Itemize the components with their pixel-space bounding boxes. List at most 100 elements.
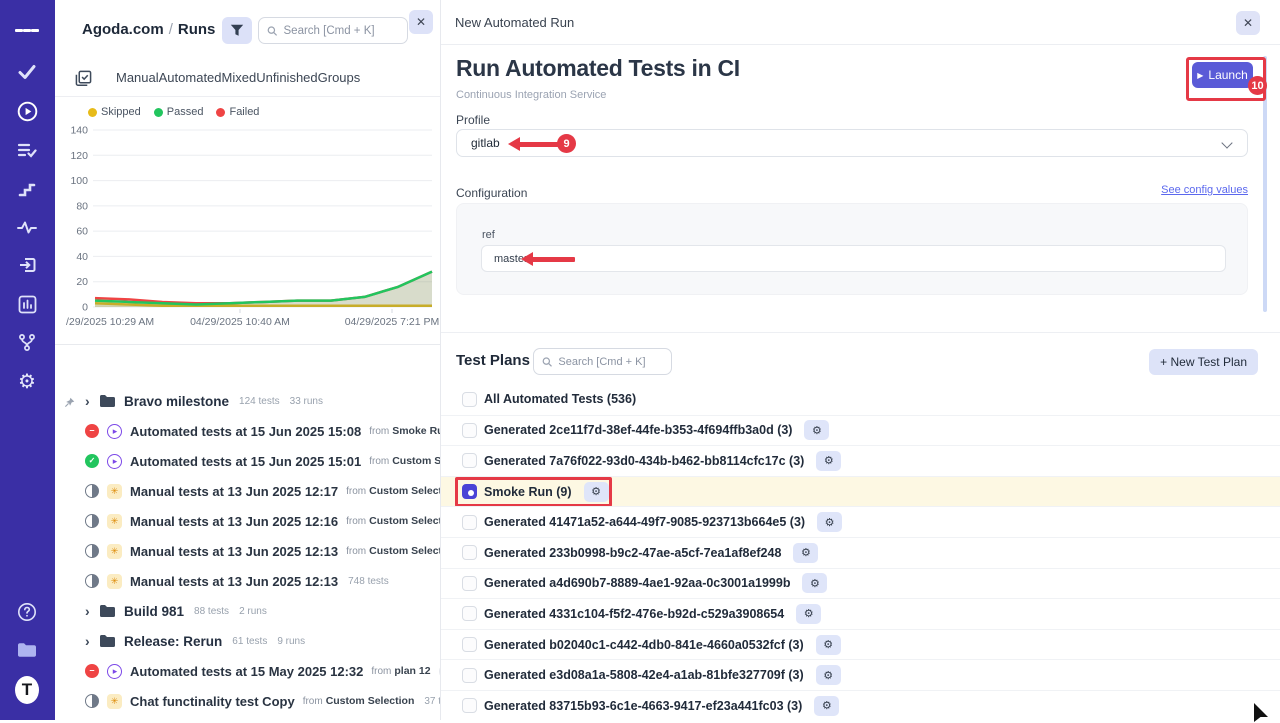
test-plan-label[interactable]: Generated 41471a52-a644-49f7-9085-923713…: [484, 515, 805, 529]
modal-scrollbar[interactable]: [1263, 56, 1267, 312]
run-row[interactable]: › Manual tests at 13 Jun 2025 12:16 from…: [55, 506, 440, 536]
run-row[interactable]: › Automated tests at 15 Jun 2025 15:01 f…: [55, 446, 440, 476]
steps-icon[interactable]: [15, 177, 39, 201]
test-plan-label[interactable]: Generated 83715b93-6c1e-4663-9417-ef23a4…: [484, 699, 802, 713]
test-plan-checkbox[interactable]: [462, 637, 477, 652]
chevron-right-icon[interactable]: ›: [85, 634, 99, 648]
test-plan-row[interactable]: Smoke Run (9) ⚙: [441, 476, 1280, 507]
test-plan-row[interactable]: Generated 233b0998-b9c2-47ae-a5cf-7ea1af…: [441, 537, 1280, 568]
chevron-right-icon[interactable]: ›: [85, 604, 99, 618]
chevron-right-icon[interactable]: ›: [85, 394, 99, 408]
run-row[interactable]: › Chat functinality test Copy fromCustom…: [55, 686, 440, 716]
test-plans-search[interactable]: [533, 348, 672, 375]
tests-check-icon[interactable]: [15, 60, 39, 84]
launch-button[interactable]: ▶ Launch: [1192, 62, 1253, 88]
test-plan-row[interactable]: Generated a4d690b7-8889-4ae1-92aa-0c3001…: [441, 568, 1280, 599]
test-plan-row[interactable]: Generated 83715b93-6c1e-4663-9417-ef23a4…: [441, 690, 1280, 721]
test-plan-checkbox[interactable]: [462, 668, 477, 683]
gear-icon[interactable]: ⚙: [814, 696, 839, 716]
ref-input[interactable]: [481, 245, 1226, 272]
settings-gear-icon[interactable]: ⚙: [15, 369, 39, 393]
folder-name[interactable]: Release: Rerun: [124, 634, 222, 649]
gear-icon[interactable]: ⚙: [817, 512, 842, 532]
menu-icon[interactable]: [15, 18, 39, 42]
breadcrumb-project[interactable]: Agoda.com: [82, 21, 164, 38]
run-row[interactable]: › Manual tests at 13 Jun 2025 12:17 from…: [55, 476, 440, 506]
test-plan-label[interactable]: All Automated Tests (536): [484, 392, 636, 406]
test-plan-label[interactable]: Generated b02040c1-c442-4db0-841e-4660a0…: [484, 638, 804, 652]
import-icon[interactable]: [15, 253, 39, 277]
test-plan-checkbox[interactable]: [462, 484, 477, 499]
test-plan-row[interactable]: Generated 4331c104-f5f2-476e-b92d-c529a3…: [441, 598, 1280, 629]
run-title[interactable]: Automated tests at 15 Jun 2025 15:01: [130, 454, 361, 469]
projects-folder-icon[interactable]: [15, 638, 39, 662]
test-plan-row[interactable]: Generated 41471a52-a644-49f7-9085-923713…: [441, 506, 1280, 537]
run-title[interactable]: Manual tests at 13 Jun 2025 12:16: [130, 514, 338, 529]
test-plan-checkbox[interactable]: [462, 606, 477, 621]
run-title[interactable]: Automated tests at 15 Jun 2025 15:08: [130, 424, 361, 439]
test-plan-checkbox[interactable]: [462, 453, 477, 468]
run-row[interactable]: › Build 981 88 tests 2 runs from ⚙ ⚙: [55, 596, 440, 626]
gear-icon[interactable]: ⚙: [816, 635, 841, 655]
gear-icon[interactable]: ⚙: [793, 543, 818, 563]
runs-search[interactable]: [258, 17, 408, 44]
test-plan-row[interactable]: Generated b02040c1-c442-4db0-841e-4660a0…: [441, 629, 1280, 660]
run-row[interactable]: › Automated tests at 15 May 2025 12:32 f…: [55, 656, 440, 686]
analytics-icon[interactable]: [15, 292, 39, 316]
new-test-plan-button[interactable]: + New Test Plan: [1149, 349, 1258, 375]
run-row[interactable]: › Manual tests at 13 Jun 2025 12:13 from…: [55, 536, 440, 566]
test-plan-label[interactable]: Generated 2ce11f7d-38ef-44fe-b353-4f694f…: [484, 423, 792, 437]
test-plan-checkbox[interactable]: [462, 576, 477, 591]
run-row[interactable]: › Automated tests at 15 Jun 2025 15:08 f…: [55, 416, 440, 446]
panel-close-button[interactable]: ✕: [409, 10, 433, 34]
run-title[interactable]: Manual tests at 13 Jun 2025 12:13: [130, 574, 338, 589]
see-config-values-link[interactable]: See config values: [1161, 184, 1248, 196]
test-plan-checkbox[interactable]: [462, 698, 477, 713]
tab[interactable]: Manual: [116, 70, 159, 85]
run-title[interactable]: Manual tests at 13 Jun 2025 12:13: [130, 544, 338, 559]
test-plan-label[interactable]: Generated 233b0998-b9c2-47ae-a5cf-7ea1af…: [484, 546, 781, 560]
run-title[interactable]: Chat functinality test Copy: [130, 694, 295, 709]
results-list-icon[interactable]: [15, 138, 39, 162]
folder-name[interactable]: Bravo milestone: [124, 394, 229, 409]
run-row[interactable]: › Bravo milestone 124 tests 33 runs from…: [55, 386, 440, 416]
filter-button[interactable]: [222, 17, 252, 44]
breadcrumb[interactable]: Agoda.com/Runs: [82, 21, 215, 38]
pulse-icon[interactable]: [15, 215, 39, 239]
testomat-logo[interactable]: T: [15, 676, 39, 704]
tab[interactable]: Automated: [159, 70, 222, 85]
modal-close-button[interactable]: ✕: [1236, 11, 1260, 35]
select-runs-icon[interactable]: [75, 70, 92, 87]
test-plans-search-input[interactable]: [558, 356, 663, 368]
test-plan-row[interactable]: Generated 7a76f022-93d0-434b-b462-bb8114…: [441, 445, 1280, 476]
gear-icon[interactable]: ⚙: [816, 665, 841, 685]
run-row[interactable]: › Release: Rerun 61 tests 9 runs from ⚙ …: [55, 626, 440, 656]
branches-icon[interactable]: [15, 330, 39, 354]
run-title[interactable]: Automated tests at 15 May 2025 12:32: [130, 664, 363, 679]
test-plan-checkbox[interactable]: [462, 515, 477, 530]
test-plan-label[interactable]: Generated 4331c104-f5f2-476e-b92d-c529a3…: [484, 607, 784, 621]
test-plan-row[interactable]: Generated e3d08a1a-5808-42e4-a1ab-81bfe3…: [441, 659, 1280, 690]
tab[interactable]: Groups: [318, 70, 361, 85]
tab[interactable]: Mixed: [222, 70, 257, 85]
gear-icon[interactable]: ⚙: [802, 573, 827, 593]
gear-icon[interactable]: ⚙: [584, 482, 609, 502]
test-plan-checkbox[interactable]: [462, 545, 477, 560]
run-row[interactable]: › Manual tests at 13 Jun 2025 12:13 from…: [55, 566, 440, 596]
test-plan-label[interactable]: Smoke Run (9): [484, 485, 572, 499]
test-plan-label[interactable]: Generated 7a76f022-93d0-434b-b462-bb8114…: [484, 454, 804, 468]
test-plan-checkbox[interactable]: [462, 423, 477, 438]
folder-name[interactable]: Build 981: [124, 604, 184, 619]
test-plan-row[interactable]: All Automated Tests (536) ⚙: [441, 384, 1280, 415]
runs-play-icon[interactable]: [15, 99, 39, 123]
test-plan-label[interactable]: Generated e3d08a1a-5808-42e4-a1ab-81bfe3…: [484, 668, 804, 682]
gear-icon[interactable]: ⚙: [796, 604, 821, 624]
gear-icon[interactable]: ⚙: [804, 420, 829, 440]
tab[interactable]: Unfinished: [256, 70, 317, 85]
test-plan-checkbox[interactable]: [462, 392, 477, 407]
test-plan-label[interactable]: Generated a4d690b7-8889-4ae1-92aa-0c3001…: [484, 576, 790, 590]
test-plan-row[interactable]: Generated 2ce11f7d-38ef-44fe-b353-4f694f…: [441, 415, 1280, 446]
run-title[interactable]: Manual tests at 13 Jun 2025 12:17: [130, 484, 338, 499]
runs-search-input[interactable]: [284, 25, 400, 37]
gear-icon[interactable]: ⚙: [816, 451, 841, 471]
